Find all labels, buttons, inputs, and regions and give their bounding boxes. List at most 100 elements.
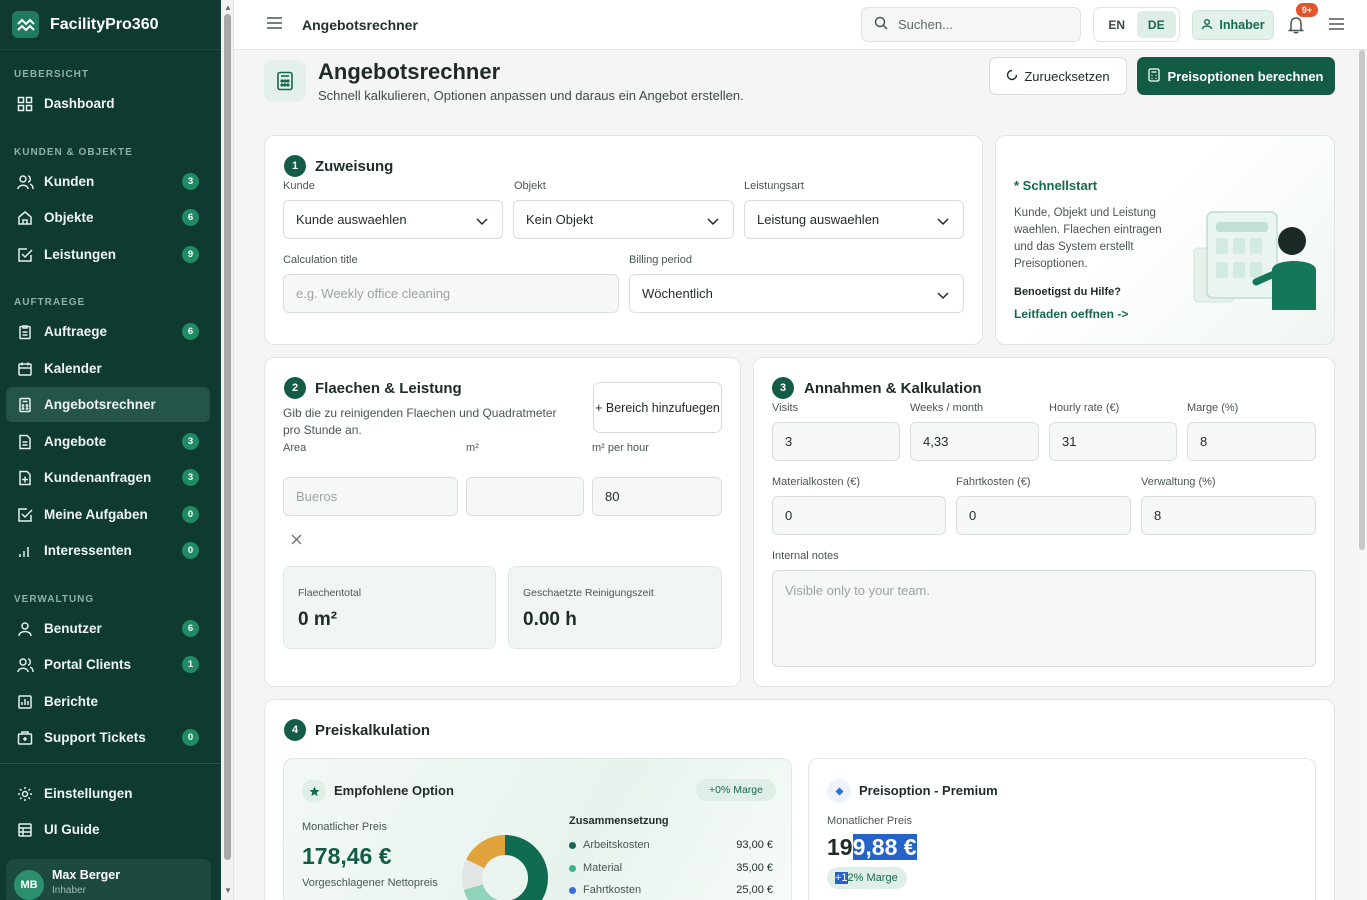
role-label: Inhaber <box>1219 18 1265 32</box>
sidebar-item-label: Berichte <box>44 694 99 709</box>
object-label: Objekt <box>514 180 546 192</box>
topbar: Angebotsrechner Suchen... EN DE Inhaber … <box>234 0 1367 50</box>
sidebar-divider <box>0 763 221 764</box>
composition-row: Arbeitskosten 93,00 € <box>569 839 773 851</box>
customer-select[interactable]: Kunde auswaehlen <box>283 200 503 239</box>
visits-input[interactable]: 3 <box>772 422 900 461</box>
area-total-box: Flaechentotal 0 m² <box>283 566 496 649</box>
count-badge: 3 <box>182 173 199 190</box>
sidebar-item-dashboard[interactable]: Dashboard <box>6 86 210 121</box>
margin-input[interactable]: 8 <box>1187 422 1316 461</box>
search-input[interactable]: Suchen... <box>861 7 1081 42</box>
lang-de-button[interactable]: DE <box>1136 11 1176 38</box>
quickstart-text: Kunde, Objekt und Leistung waehlen. Flae… <box>1014 207 1162 270</box>
scrollbar-thumb[interactable] <box>1359 50 1365 550</box>
area-m2-input[interactable] <box>466 477 584 516</box>
material-label: Materialkosten (€) <box>772 476 861 488</box>
sidebar-item-angebotsrechner[interactable]: Angebotsrechner <box>6 387 210 422</box>
reset-label: Zuruecksetzen <box>1024 68 1110 84</box>
area-rate-value: 80 <box>605 489 620 504</box>
bell-icon[interactable] <box>1287 16 1305 39</box>
lang-en-button[interactable]: EN <box>1097 11 1137 38</box>
step-number: 3 <box>772 377 794 399</box>
sidebar-item-interessenten[interactable]: Interessenten 0 <box>6 533 210 568</box>
sidebar-item-einstellungen[interactable]: Einstellungen <box>6 776 210 811</box>
sidebar-item-portal-clients[interactable]: Portal Clients 1 <box>6 647 210 682</box>
notification-badge: 9+ <box>1296 3 1318 17</box>
sidebar-item-auftraege[interactable]: Auftraege 6 <box>6 314 210 349</box>
sidebar-scrollbar[interactable]: ▲ ▼ <box>221 0 234 900</box>
composition-value: 35,00 € <box>736 862 773 874</box>
premium-title: Preisoption - Premium <box>859 783 998 798</box>
sidebar-item-label: Angebote <box>44 434 107 449</box>
scrollbar-thumb[interactable] <box>224 14 231 860</box>
calculate-button[interactable]: Preisoptionen berechnen <box>1137 57 1335 95</box>
sidebar-item-leistungen[interactable]: Leistungen 9 <box>6 237 210 272</box>
sidebar-item-ui-guide[interactable]: UI Guide <box>6 812 210 847</box>
cleaning-time-label: Geschaetzte Reinigungszeit <box>523 587 654 599</box>
calc-title-input[interactable]: e.g. Weekly office cleaning <box>283 274 619 313</box>
clipboard-icon <box>16 323 34 341</box>
sidebar-item-berichte[interactable]: Berichte <box>6 684 210 719</box>
count-badge: 3 <box>182 469 199 486</box>
sidebar-item-label: Leistungen <box>44 247 117 262</box>
billing-select[interactable]: Wöchentlich <box>629 274 964 313</box>
scroll-down-icon[interactable]: ▼ <box>224 886 232 895</box>
section-label-overview: UEBERSICHT <box>14 69 90 80</box>
scroll-up-icon[interactable]: ▲ <box>224 3 232 12</box>
service-select[interactable]: Leistung auswaehlen <box>744 200 964 239</box>
check-square-icon <box>16 246 34 264</box>
sidebar-item-label: Kunden <box>44 174 95 189</box>
material-input[interactable]: 0 <box>772 496 946 535</box>
billing-label: Billing period <box>629 254 692 266</box>
monthly-price-label: Monatlicher Preis <box>302 821 387 833</box>
margin-value: 8 <box>1200 434 1208 449</box>
calculator-illustration <box>1192 208 1320 317</box>
role-button[interactable]: Inhaber <box>1192 10 1274 40</box>
gear-icon <box>16 785 34 803</box>
margin-pill: +0% Marge <box>696 779 776 801</box>
composition-label: Arbeitskosten <box>583 839 650 851</box>
ticket-icon <box>16 729 34 747</box>
sidebar-item-label: Kalender <box>44 361 102 376</box>
remove-row-icon[interactable] <box>291 532 302 550</box>
reset-button[interactable]: Zuruecksetzen <box>989 57 1127 95</box>
sidebar-item-benutzer[interactable]: Benutzer 6 <box>6 611 210 646</box>
travel-input[interactable]: 0 <box>956 496 1131 535</box>
premium-pill-selected: +1 <box>835 872 848 884</box>
composition-title: Zusammensetzung <box>569 815 669 827</box>
weeks-input[interactable]: 4,33 <box>910 422 1039 461</box>
sidebar-item-label: Dashboard <box>44 96 115 111</box>
hourly-rate-input[interactable]: 31 <box>1049 422 1177 461</box>
users-icon <box>16 173 34 191</box>
area-total-label: Flaechentotal <box>298 587 362 599</box>
brand-name: FacilityPro360 <box>50 15 159 33</box>
sidebar-item-objekte[interactable]: Objekte 6 <box>6 200 210 235</box>
guide-link[interactable]: Leitfaden oeffnen -> <box>1014 307 1128 321</box>
object-select[interactable]: Kein Objekt <box>513 200 734 239</box>
add-area-button[interactable]: + Bereich hinzufuegen <box>593 382 722 433</box>
sidebar-item-angebote[interactable]: Angebote 3 <box>6 424 210 459</box>
user-icon <box>1201 18 1213 33</box>
area-name-input[interactable]: Bueros <box>283 477 458 516</box>
logo-icon <box>12 11 39 38</box>
area-total-value: 0 m² <box>298 609 338 630</box>
sidebar-item-kunden[interactable]: Kunden 3 <box>6 164 210 199</box>
hamburger-icon[interactable] <box>266 16 283 35</box>
admin-input[interactable]: 8 <box>1141 496 1316 535</box>
main-scrollbar[interactable] <box>1357 50 1367 900</box>
menu-icon[interactable] <box>1328 17 1345 36</box>
sidebar-item-label: Objekte <box>44 210 94 225</box>
user-card[interactable]: MB Max Berger Inhaber <box>6 859 211 900</box>
notes-textarea[interactable]: Visible only to your team. <box>772 570 1316 667</box>
sidebar-item-kundenanfragen[interactable]: Kundenanfragen 3 <box>6 460 210 495</box>
calc-title-label: Calculation title <box>283 254 358 266</box>
sidebar-item-meine-aufgaben[interactable]: Meine Aufgaben 0 <box>6 497 210 532</box>
area-rate-input[interactable]: 80 <box>592 477 722 516</box>
sidebar-item-support-tickets[interactable]: Support Tickets 0 <box>6 720 210 755</box>
sidebar-item-kalender[interactable]: Kalender <box>6 351 210 386</box>
material-value: 0 <box>785 508 793 523</box>
pricing-title: Preiskalkulation <box>315 722 431 739</box>
refresh-icon <box>1006 69 1018 84</box>
brand[interactable]: FacilityPro360 <box>0 0 221 50</box>
